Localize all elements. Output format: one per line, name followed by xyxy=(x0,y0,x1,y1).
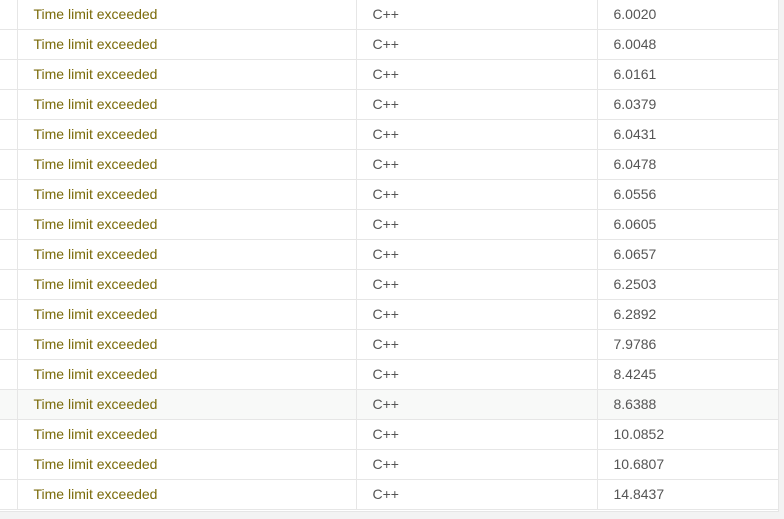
row-gutter-cell xyxy=(0,269,17,300)
status-cell: Time limit exceeded xyxy=(16,29,356,60)
row-gutter-cell xyxy=(0,449,17,480)
table-row[interactable]: Time limit exceeded C++ 6.0605 xyxy=(0,209,778,240)
row-gutter-cell xyxy=(0,119,17,150)
status-cell: Time limit exceeded xyxy=(16,119,356,150)
row-gutter-cell xyxy=(0,149,17,180)
status-cell: Time limit exceeded xyxy=(16,0,356,30)
language-cell: C++ xyxy=(355,389,597,420)
time-cell: 10.0852 xyxy=(596,419,778,450)
time-cell: 7.9786 xyxy=(596,329,778,360)
time-cell: 6.0379 xyxy=(596,89,778,120)
results-table: Time limit exceeded C++ 6.0020 Time limit e… xyxy=(0,0,778,510)
table-row[interactable]: Time limit exceeded C++ 6.0431 xyxy=(0,119,778,150)
status-cell: Time limit exceeded xyxy=(16,269,356,300)
time-cell: 6.2503 xyxy=(596,269,778,300)
status-cell: Time limit exceeded xyxy=(16,329,356,360)
row-gutter-cell xyxy=(0,479,17,510)
status-cell: Time limit exceeded xyxy=(16,299,356,330)
table-row[interactable]: Time limit exceeded C++ 7.9786 xyxy=(0,329,778,360)
row-gutter-cell xyxy=(0,89,17,120)
status-cell: Time limit exceeded xyxy=(16,89,356,120)
status-cell: Time limit exceeded xyxy=(16,389,356,420)
table-row[interactable]: Time limit exceeded C++ 6.0020 xyxy=(0,0,778,30)
row-gutter-cell xyxy=(0,329,17,360)
language-cell: C++ xyxy=(355,0,597,30)
table-body: Time limit exceeded C++ 6.0020 Time limit e… xyxy=(0,0,778,510)
table-row[interactable]: Time limit exceeded C++ 8.6388 xyxy=(0,389,778,420)
time-cell: 8.4245 xyxy=(596,359,778,390)
row-gutter-cell xyxy=(0,299,17,330)
language-cell: C++ xyxy=(355,269,597,300)
table-row[interactable]: Time limit exceeded C++ 14.8437 xyxy=(0,479,778,510)
status-cell: Time limit exceeded xyxy=(16,179,356,210)
row-gutter-cell xyxy=(0,239,17,270)
language-cell: C++ xyxy=(355,119,597,150)
time-cell: 6.0020 xyxy=(596,0,778,30)
status-cell: Time limit exceeded xyxy=(16,149,356,180)
language-cell: C++ xyxy=(355,479,597,510)
time-cell: 6.0556 xyxy=(596,179,778,210)
status-cell: Time limit exceeded xyxy=(16,59,356,90)
status-cell: Time limit exceeded xyxy=(16,419,356,450)
language-cell: C++ xyxy=(355,59,597,90)
table-row[interactable]: Time limit exceeded C++ 6.2503 xyxy=(0,269,778,300)
time-cell: 10.6807 xyxy=(596,449,778,480)
time-cell: 6.0478 xyxy=(596,149,778,180)
language-cell: C++ xyxy=(355,29,597,60)
language-cell: C++ xyxy=(355,149,597,180)
language-cell: C++ xyxy=(355,449,597,480)
language-cell: C++ xyxy=(355,89,597,120)
language-cell: C++ xyxy=(355,299,597,330)
language-cell: C++ xyxy=(355,239,597,270)
row-gutter-cell xyxy=(0,419,17,450)
time-cell: 6.0048 xyxy=(596,29,778,60)
status-cell: Time limit exceeded xyxy=(16,359,356,390)
row-gutter-cell xyxy=(0,209,17,240)
table-row[interactable]: Time limit exceeded C++ 8.4245 xyxy=(0,359,778,390)
table-row[interactable]: Time limit exceeded C++ 10.6807 xyxy=(0,449,778,480)
row-gutter-cell xyxy=(0,359,17,390)
status-cell: Time limit exceeded xyxy=(16,449,356,480)
table-row[interactable]: Time limit exceeded C++ 6.2892 xyxy=(0,299,778,330)
time-cell: 6.2892 xyxy=(596,299,778,330)
time-cell: 8.6388 xyxy=(596,389,778,420)
language-cell: C++ xyxy=(355,419,597,450)
time-cell: 14.8437 xyxy=(596,479,778,510)
table-row[interactable]: Time limit exceeded C++ 10.0852 xyxy=(0,419,778,450)
row-gutter-cell xyxy=(0,389,17,420)
time-cell: 6.0161 xyxy=(596,59,778,90)
table-row[interactable]: Time limit exceeded C++ 6.0556 xyxy=(0,179,778,210)
table-row[interactable]: Time limit exceeded C++ 6.0161 xyxy=(0,59,778,90)
language-cell: C++ xyxy=(355,209,597,240)
submissions-table: Time limit exceeded C++ 6.0020 Time limit e… xyxy=(0,0,779,512)
table-row[interactable]: Time limit exceeded C++ 6.0657 xyxy=(0,239,778,270)
status-cell: Time limit exceeded xyxy=(16,239,356,270)
language-cell: C++ xyxy=(355,359,597,390)
table-row[interactable]: Time limit exceeded C++ 6.0048 xyxy=(0,29,778,60)
time-cell: 6.0657 xyxy=(596,239,778,270)
status-cell: Time limit exceeded xyxy=(16,209,356,240)
row-gutter-cell xyxy=(0,179,17,210)
time-cell: 6.0605 xyxy=(596,209,778,240)
status-cell: Time limit exceeded xyxy=(16,479,356,510)
language-cell: C++ xyxy=(355,329,597,360)
language-cell: C++ xyxy=(355,179,597,210)
row-gutter-cell xyxy=(0,0,17,30)
time-cell: 6.0431 xyxy=(596,119,778,150)
row-gutter-cell xyxy=(0,59,17,90)
row-gutter-cell xyxy=(0,29,17,60)
table-row[interactable]: Time limit exceeded C++ 6.0379 xyxy=(0,89,778,120)
table-row[interactable]: Time limit exceeded C++ 6.0478 xyxy=(0,149,778,180)
